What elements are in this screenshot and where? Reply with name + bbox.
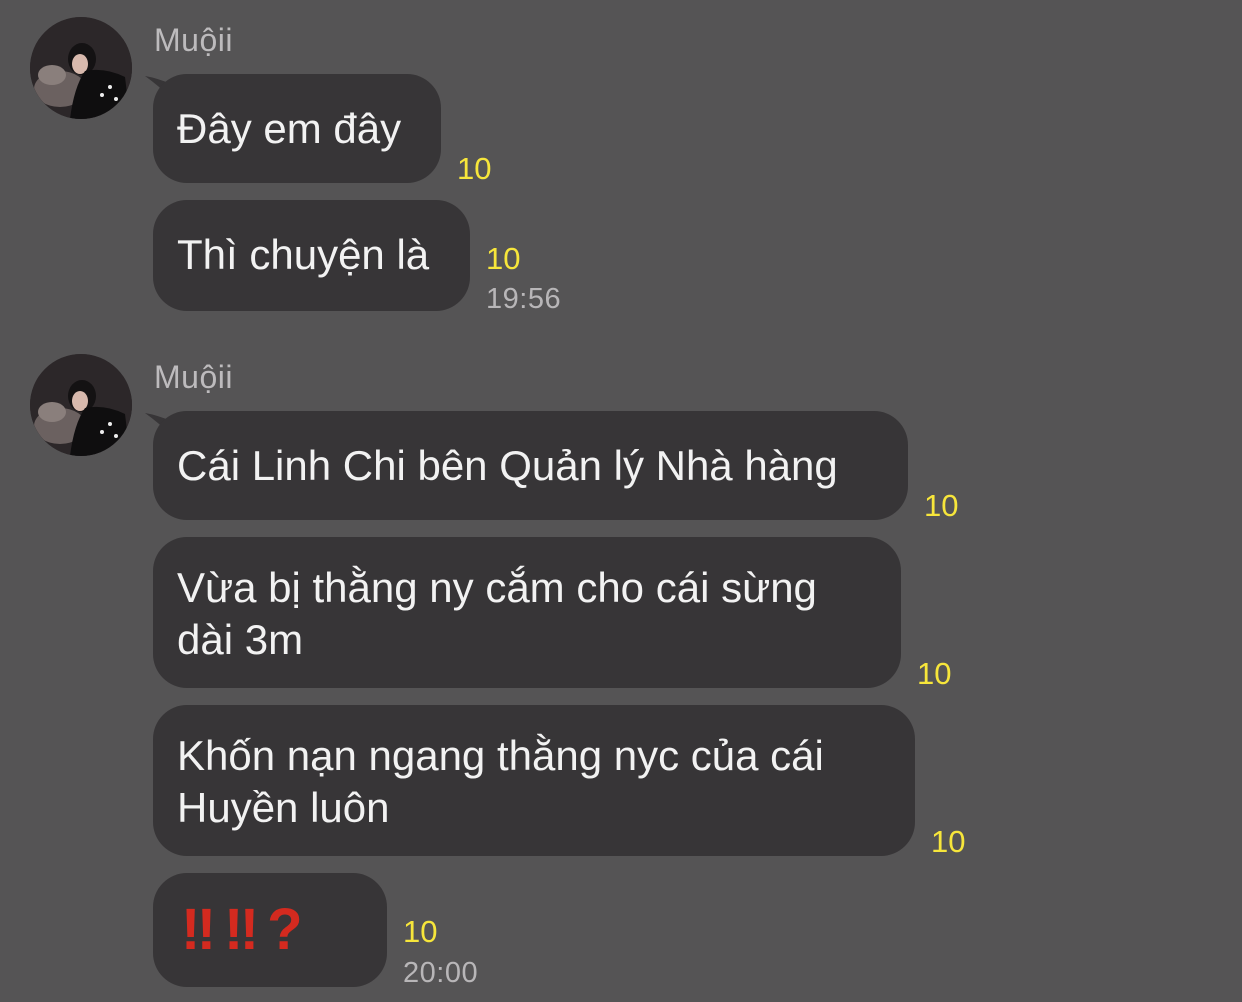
avatar-photo	[30, 17, 132, 119]
message-bubble[interactable]: Thì chuyện là	[153, 200, 470, 311]
message-bubble[interactable]: ‼ ‼ ?	[153, 873, 387, 987]
message-bubble[interactable]: Cái Linh Chi bên Quản lý Nhà hàng	[153, 411, 908, 520]
sender-name: Muộii	[154, 22, 233, 58]
emoji-row: ‼ ‼ ?	[181, 873, 363, 987]
message-bubble[interactable]: Đây em đây	[153, 74, 441, 183]
read-count: 10	[931, 824, 966, 859]
double-exclamation-icon: ‼	[181, 897, 216, 962]
message-text: Đây em đây	[177, 105, 402, 152]
question-mark-icon: ?	[267, 897, 303, 962]
avatar-photo	[30, 354, 132, 456]
message-text: Thì chuyện là	[177, 231, 430, 278]
avatar[interactable]	[30, 17, 132, 119]
avatar[interactable]	[30, 354, 132, 456]
message-time: 20:00	[403, 957, 479, 989]
message-text: Khốn nạn ngang thằng nyc của cái Huyền l…	[177, 732, 824, 831]
message-time: 19:56	[486, 283, 562, 315]
read-count: 10	[457, 151, 492, 186]
message-bubble[interactable]: Khốn nạn ngang thằng nyc của cái Huyền l…	[153, 705, 915, 856]
read-count: 10	[486, 241, 521, 276]
double-exclamation-icon: ‼	[224, 897, 259, 962]
sender-name: Muộii	[154, 359, 233, 395]
message-text: Vừa bị thằng ny cắm cho cái sừng dài 3m	[177, 564, 817, 663]
read-count: 10	[924, 488, 959, 523]
read-count: 10	[917, 656, 952, 691]
message-text: Cái Linh Chi bên Quản lý Nhà hàng	[177, 442, 838, 489]
message-bubble[interactable]: Vừa bị thằng ny cắm cho cái sừng dài 3m	[153, 537, 901, 688]
read-count: 10	[403, 914, 438, 949]
